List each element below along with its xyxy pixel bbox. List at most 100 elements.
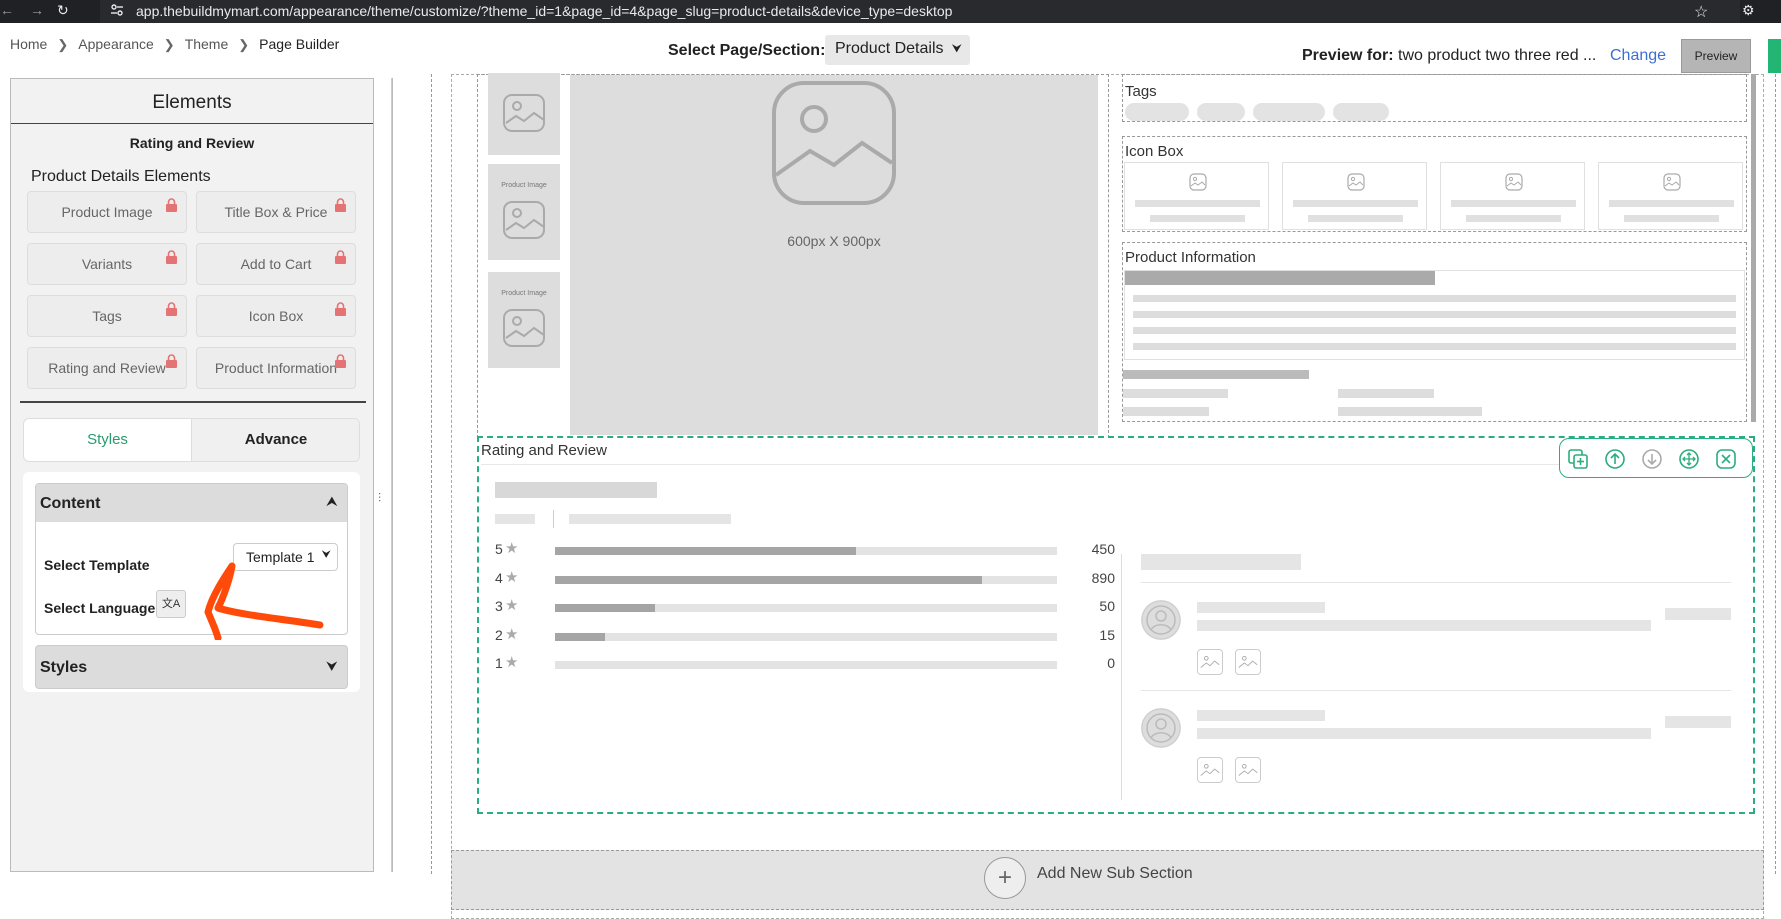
select-page-value: Product Details — [835, 40, 944, 57]
extension-icon[interactable]: ⚙ — [1742, 2, 1755, 19]
delete-icon[interactable] — [1716, 449, 1736, 469]
text-placeholder — [1609, 200, 1734, 207]
divider — [11, 123, 373, 124]
element-card-icon-box[interactable]: Icon Box — [196, 295, 356, 337]
divider — [1121, 554, 1122, 800]
translate-icon[interactable]: 文A — [156, 590, 186, 618]
text-placeholder — [1133, 295, 1736, 302]
chevron-right-icon: ❯ — [238, 37, 250, 52]
preview-button[interactable]: Preview — [1681, 39, 1751, 73]
image-placeholder-icon — [503, 94, 545, 132]
move-up-icon[interactable] — [1605, 449, 1625, 469]
text-placeholder — [495, 514, 535, 524]
page-canvas: Product Image Product Image 600px X 900p… — [392, 73, 1781, 919]
forward-arrow-icon[interactable]: → — [30, 2, 44, 18]
sidebar-title: Elements — [152, 92, 232, 113]
text-placeholder — [1338, 389, 1434, 398]
thumbnail-label: Product Image — [501, 290, 547, 297]
drag-handle-icon[interactable]: ⫶ — [378, 491, 381, 506]
title-placeholder — [1141, 554, 1301, 570]
styles-accordion-title: Styles — [40, 659, 88, 676]
product-information-block[interactable]: Product Information — [1122, 242, 1747, 422]
element-card-add-to-cart[interactable]: Add to Cart — [196, 243, 356, 285]
rating-progress-bar — [555, 632, 1057, 641]
site-settings-icon[interactable] — [110, 3, 124, 17]
image-placeholder-icon — [1347, 173, 1365, 191]
text-placeholder — [1665, 608, 1731, 620]
add-section-label[interactable]: Add New Sub Section — [1037, 865, 1193, 883]
content-accordion-header[interactable]: Content ⮝ — [36, 484, 347, 522]
tags-block[interactable]: Tags — [1122, 74, 1747, 122]
icon-box-card — [1440, 162, 1585, 230]
url-text[interactable]: app.thebuildmymart.com/appearance/theme/… — [136, 3, 952, 19]
select-page-dropdown[interactable]: Product Details ⮟ — [825, 35, 970, 65]
star-icon: ★ — [505, 654, 519, 671]
element-card-tags[interactable]: Tags — [27, 295, 187, 337]
rating-stars-value: 1 — [495, 655, 503, 671]
breadcrumb-home[interactable]: Home — [10, 36, 47, 52]
main-image-size-label: 600px X 900px — [787, 233, 881, 249]
text-placeholder — [1197, 602, 1325, 613]
lock-icon — [166, 198, 177, 212]
element-card-title-box-price[interactable]: Title Box & Price — [196, 191, 356, 233]
chevron-right-icon: ❯ — [57, 37, 69, 52]
chevron-right-icon: ❯ — [163, 37, 175, 52]
avatar-icon — [1141, 600, 1181, 640]
add-section-bar[interactable]: + Add New Sub Section — [451, 850, 1764, 910]
panel-splitter[interactable]: ⫶ — [374, 78, 392, 872]
rating-progress-fill — [555, 575, 982, 584]
drag-move-icon[interactable] — [1679, 449, 1699, 469]
scrollbar[interactable] — [1751, 74, 1756, 422]
element-card-variants[interactable]: Variants — [27, 243, 187, 285]
rating-count: 0 — [1107, 655, 1115, 671]
back-arrow-icon[interactable]: ← — [0, 2, 14, 18]
star-icon: ★ — [505, 625, 519, 643]
preview-for: Preview for: two product two three red .… — [1302, 47, 1596, 65]
element-card-label: Title Box & Price — [224, 204, 328, 220]
text-placeholder — [1197, 620, 1651, 631]
elements-heading: Product Details Elements — [31, 168, 211, 185]
rating-progress-fill — [555, 547, 857, 555]
divider — [1141, 690, 1731, 691]
lock-icon — [335, 198, 346, 212]
duplicate-icon[interactable] — [1568, 449, 1588, 469]
rating-progress-bar — [555, 575, 1057, 584]
move-down-icon[interactable] — [1642, 449, 1662, 469]
image-placeholder-icon — [1505, 173, 1523, 191]
text-placeholder — [1133, 327, 1736, 334]
styles-accordion-header[interactable]: Styles ⮟ — [35, 645, 348, 689]
icon-box-block[interactable]: Icon Box — [1122, 136, 1747, 232]
breadcrumb-appearance[interactable]: Appearance — [78, 36, 154, 52]
element-card-product-image[interactable]: Product Image — [27, 191, 187, 233]
review-item — [1141, 708, 1731, 808]
rating-progress-fill — [555, 632, 606, 641]
builder-header: Home ❯ Appearance ❯ Theme ❯ Page Builder Selec… — [0, 23, 1781, 75]
preview-for-label: Preview for: — [1302, 47, 1394, 64]
breadcrumb-page-builder: Page Builder — [259, 36, 340, 52]
tab-styles[interactable]: Styles — [24, 419, 192, 461]
change-link[interactable]: Change — [1610, 47, 1666, 65]
image-placeholder-icon — [1235, 757, 1261, 783]
element-card-product-information[interactable]: Product Information — [196, 347, 356, 389]
text-placeholder — [1293, 200, 1418, 207]
rating-review-block[interactable]: Rating and Review 5 ★ 450 4 ★ 890 3 ★ 50 2 ★ 15 1 ★ 0 — [477, 436, 1755, 814]
image-placeholder-icon — [1663, 173, 1681, 191]
element-card-rating-review[interactable]: Rating and Review — [27, 347, 187, 389]
star-icon[interactable]: ☆ — [1694, 2, 1708, 22]
rating-row: 5 ★ 450 — [495, 540, 1115, 560]
save-button[interactable] — [1768, 39, 1781, 73]
text-placeholder — [1197, 728, 1651, 739]
text-placeholder — [1308, 215, 1403, 222]
text-placeholder — [1135, 200, 1260, 207]
select-template-label: Select Template — [44, 557, 150, 573]
product-image-block[interactable]: Product Image Product Image 600px X 900p… — [477, 73, 1109, 448]
tab-advance[interactable]: Advance — [192, 419, 359, 461]
reload-icon[interactable]: ↻ — [57, 2, 69, 19]
add-icon[interactable]: + — [984, 857, 1026, 899]
image-placeholder-icon — [1235, 649, 1261, 675]
element-card-label: Rating and Review — [48, 360, 166, 376]
tag-placeholder — [1333, 103, 1389, 121]
text-placeholder — [1123, 407, 1209, 416]
review-item — [1141, 600, 1731, 700]
breadcrumb-theme[interactable]: Theme — [185, 36, 229, 52]
